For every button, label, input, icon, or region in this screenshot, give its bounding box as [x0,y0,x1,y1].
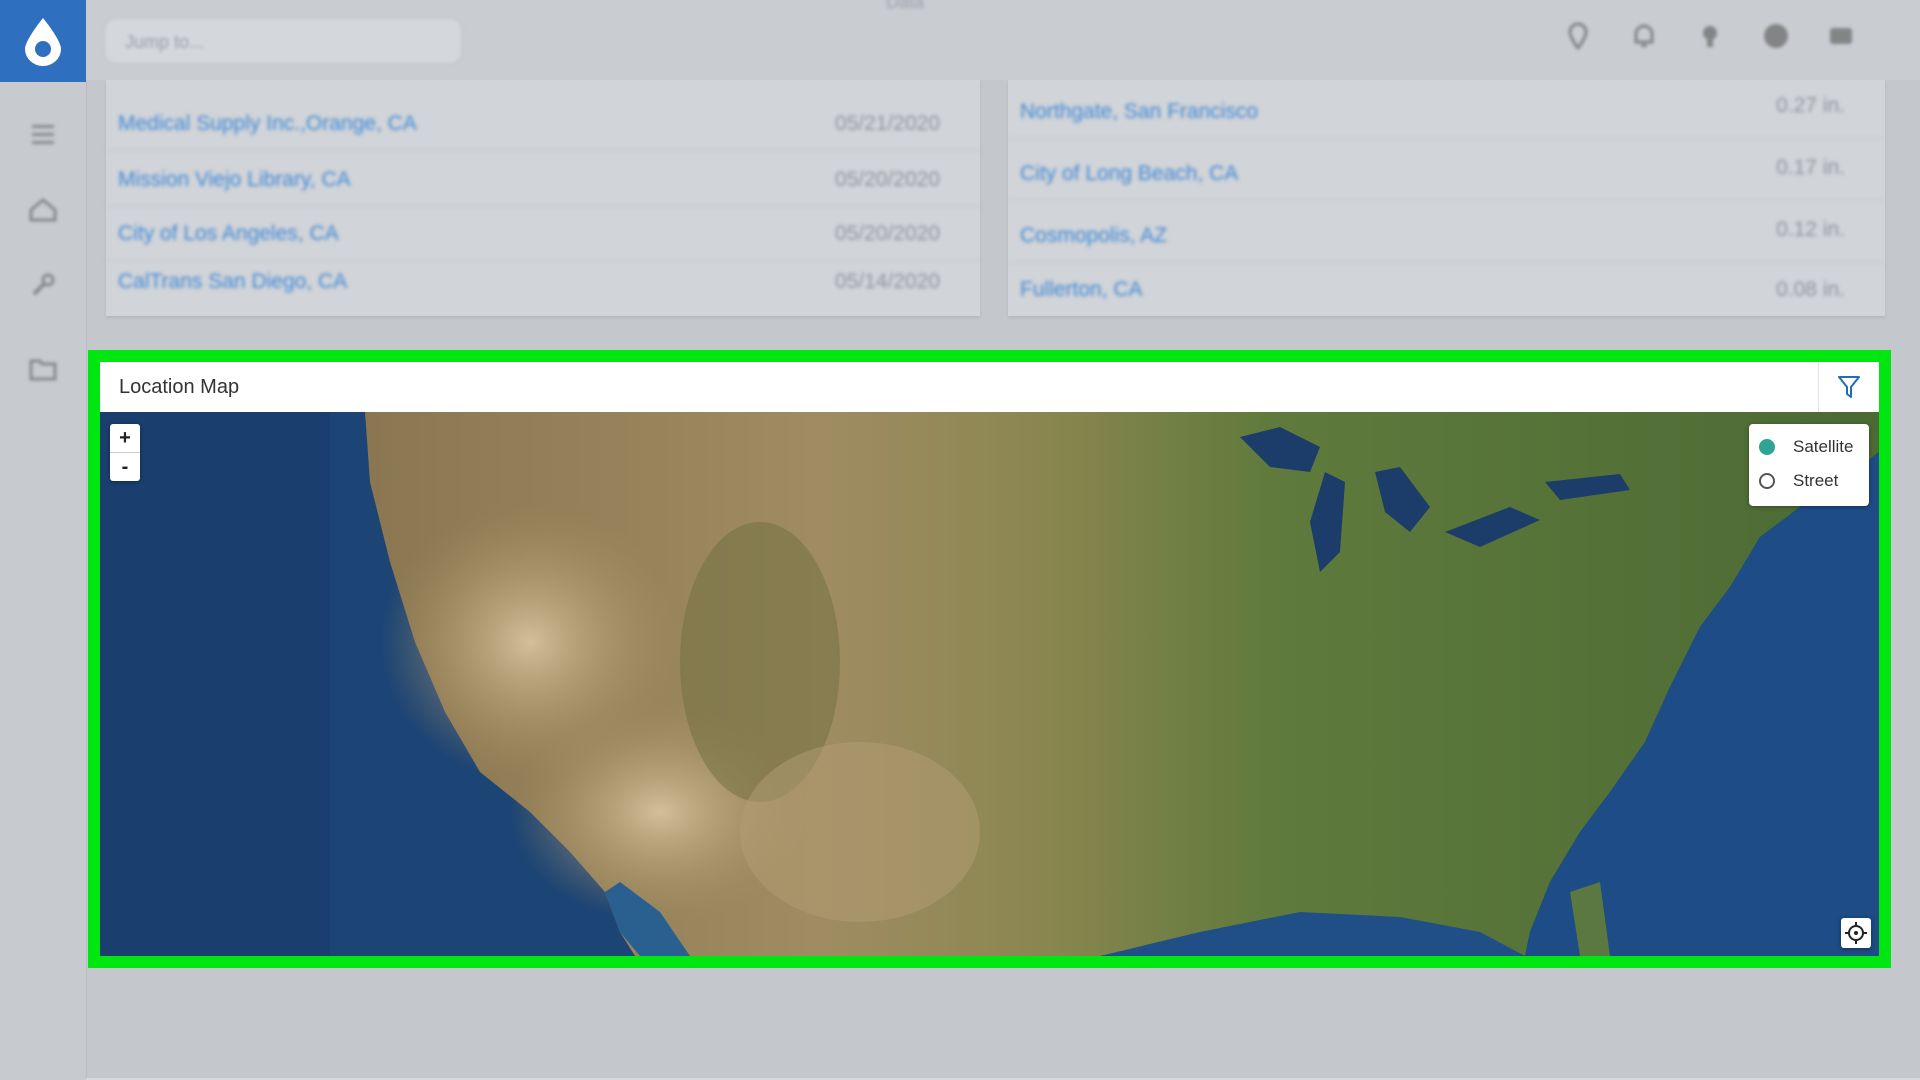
app-logo[interactable] [0,0,86,82]
lightbulb-icon[interactable] [1696,22,1724,50]
report-link[interactable]: Medical Supply Inc.,Orange, CA [118,112,417,136]
crosshair-icon [1845,922,1867,944]
rainfall-value: 0.27 in. [1776,94,1845,117]
wrench-icon[interactable] [26,268,60,302]
user-avatar-icon[interactable] [1762,22,1790,50]
list-item[interactable]: Mission Viejo Library, CA 05/20/2020 [106,152,980,207]
list-item[interactable]: Fullerton, CA 0.08 in. [1008,262,1885,316]
list-item[interactable]: Cosmopolis, AZ 0.12 in. [1008,208,1885,263]
logout-icon[interactable] [1828,22,1856,50]
list-item[interactable]: City of Los Angeles, CA 05/20/2020 [106,206,980,261]
rainfall-value: 0.12 in. [1776,218,1845,241]
basemap-layer-switcher: Satellite Street [1749,424,1869,506]
report-date: 05/21/2020 [834,112,940,135]
map-canvas[interactable]: + - Satellite Street [100,412,1879,956]
folder-icon[interactable] [26,352,60,386]
sidebar [0,0,87,1080]
zoom-out-button[interactable]: - [110,453,140,481]
satellite-radio[interactable] [1759,439,1775,455]
layer-label: Street [1793,471,1839,490]
locate-button[interactable] [1841,918,1871,948]
location-link[interactable]: Cosmopolis, AZ [1020,224,1167,248]
report-date: 05/20/2020 [834,168,940,191]
zoom-in-button[interactable]: + [110,424,140,453]
filter-button[interactable] [1818,362,1879,412]
jump-to-input[interactable]: Jump to... [104,18,462,64]
satellite-map-image [100,412,1879,956]
report-link[interactable]: CalTrans San Diego, CA [118,270,347,294]
location-pin-icon[interactable] [1564,22,1592,51]
list-item[interactable]: Medical Supply Inc.,Orange, CA 05/21/202… [106,96,980,151]
menu-icon[interactable] [26,118,60,152]
layer-option-satellite[interactable]: Satellite [1759,434,1853,460]
bell-icon[interactable] [1630,22,1658,50]
page-title: Data [886,0,925,12]
map-title: Location Map [119,376,240,398]
report-link[interactable]: Mission Viejo Library, CA [118,168,351,192]
drop-logo-icon [25,18,61,66]
location-link[interactable]: City of Long Beach, CA [1020,162,1238,186]
home-icon[interactable] [26,193,60,227]
layer-label: Satellite [1793,437,1854,456]
report-date: 05/14/2020 [834,270,940,293]
location-link[interactable]: Fullerton, CA [1020,278,1143,302]
recent-reports-panel: Medical Supply Inc.,Orange, CA 05/21/202… [106,80,980,316]
street-radio[interactable] [1759,473,1775,489]
report-date: 05/20/2020 [834,222,940,245]
list-item[interactable]: Northgate, San Francisco 0.27 in. [1008,84,1885,139]
top-icon-group [1564,22,1856,51]
report-link[interactable]: City of Los Angeles, CA [118,222,339,246]
rainfall-value: 0.17 in. [1776,156,1845,179]
map-header: Location Map [100,362,1879,413]
list-item[interactable]: CalTrans San Diego, CA 05/14/2020 [106,254,980,308]
rainfall-panel: Northgate, San Francisco 0.27 in. City o… [1008,80,1885,316]
location-map-card: Location Map + - Satellite Street [88,350,1891,968]
layer-option-street[interactable]: Street [1759,468,1838,494]
location-link[interactable]: Northgate, San Francisco [1020,100,1258,124]
zoom-controls: + - [110,424,140,481]
list-item[interactable]: City of Long Beach, CA 0.17 in. [1008,146,1885,201]
filter-icon [1838,376,1860,398]
rainfall-value: 0.08 in. [1776,278,1845,301]
top-bar: Jump to... Data [86,0,1920,80]
